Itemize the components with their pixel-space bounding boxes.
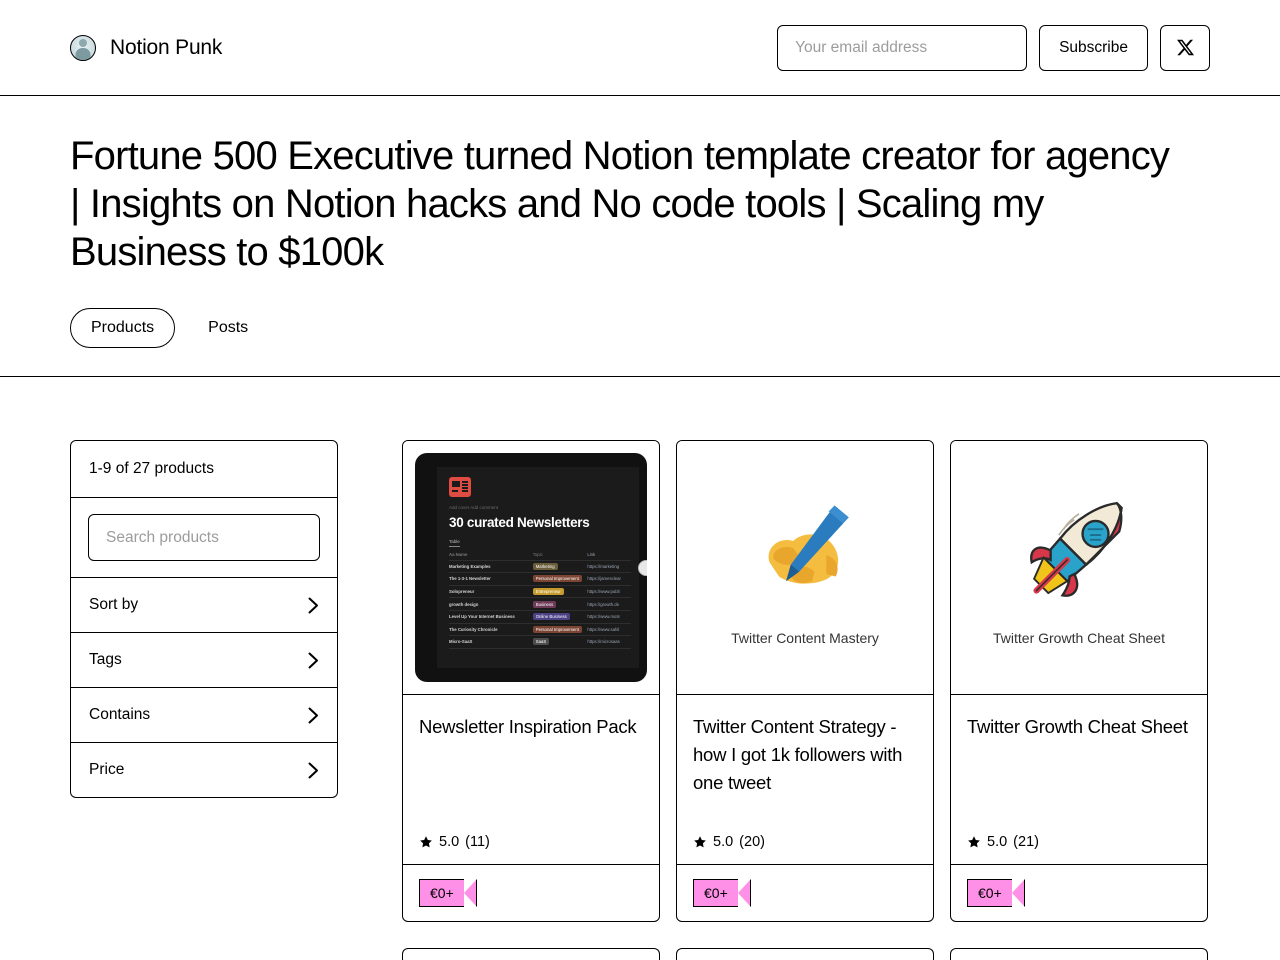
table-row: growth design Business https://growth.de xyxy=(449,597,631,611)
filter-label: Contains xyxy=(89,706,151,723)
notion-table-tab: Table xyxy=(449,539,460,547)
rating-value: 5.0 xyxy=(713,834,734,850)
hero-section: Fortune 500 Executive turned Notion temp… xyxy=(0,96,1280,348)
product-rating: 5.0 (11) xyxy=(419,834,643,850)
chevron-right-icon xyxy=(308,707,319,724)
price-badge: €0+ xyxy=(693,879,751,907)
table-row: Level Up Your Internet Business Online B… xyxy=(449,610,631,624)
newsletter-icon xyxy=(449,477,471,497)
user-avatar-icon xyxy=(70,34,96,61)
filter-price[interactable]: Price xyxy=(71,743,337,797)
product-title: Twitter Content Strategy - how I got 1k … xyxy=(693,716,903,793)
rating-count: (20) xyxy=(739,834,765,850)
filter-label: Price xyxy=(89,761,125,778)
table-row: The 1-3-1 Newsletter Personal Improvemen… xyxy=(449,572,631,586)
tablet-camera-icon xyxy=(638,559,647,576)
notion-meta: Add cover Add comment xyxy=(449,505,499,510)
tag-pill: Personal Improvement xyxy=(532,575,582,583)
table-row: Marketing Examples Marketing https://mar… xyxy=(449,560,631,574)
rating-value: 5.0 xyxy=(439,834,460,850)
brand[interactable]: Notion Punk xyxy=(70,34,223,61)
product-rating: 5.0 (21) xyxy=(967,834,1191,850)
thumbnail-caption: Twitter Growth Cheat Sheet xyxy=(993,630,1165,646)
product-card-body: Newsletter Inspiration Pack 5.0 (11) xyxy=(403,695,659,865)
tag-pill: SaaS xyxy=(532,638,550,646)
table-row: Micro-SaaS SaaS https://microsaas xyxy=(449,635,631,649)
product-card[interactable]: Twitter Content Mastery Twitter Content … xyxy=(676,440,934,922)
star-icon xyxy=(694,836,706,848)
column-header: Aa Name xyxy=(449,550,533,561)
filter-sort-by[interactable]: Sort by xyxy=(71,578,337,633)
table-row: Solopreneur Entrepreneur https://www.pub… xyxy=(449,585,631,599)
x-twitter-icon xyxy=(1176,39,1194,56)
product-card-footer: €0+ xyxy=(951,865,1207,921)
column-header: Topic xyxy=(532,550,588,561)
email-field[interactable] xyxy=(777,24,1028,71)
x-twitter-link-button[interactable] xyxy=(1160,24,1210,71)
product-grid-next-row xyxy=(402,948,1280,960)
product-card-body: Twitter Content Strategy - how I got 1k … xyxy=(677,695,933,865)
rating-value: 5.0 xyxy=(987,834,1008,850)
product-card[interactable]: Add cover Add comment 30 curated Newslet… xyxy=(402,440,660,922)
content-area: 1-9 of 27 products Sort by Tags Contains… xyxy=(0,377,1280,922)
chevron-right-icon xyxy=(308,652,319,669)
column-header: Link xyxy=(587,550,631,561)
table-header-row: Aa Name Topic Link xyxy=(449,550,631,561)
product-card[interactable] xyxy=(676,948,934,960)
tab-products[interactable]: Products xyxy=(70,308,176,348)
tag-pill: Entrepreneur xyxy=(532,588,564,596)
product-card[interactable] xyxy=(402,948,660,960)
rating-count: (11) xyxy=(465,834,490,850)
product-title: Newsletter Inspiration Pack xyxy=(419,716,637,737)
chevron-right-icon xyxy=(308,762,319,779)
writing-hand-icon xyxy=(768,505,849,584)
profile-tabs: Products Posts xyxy=(70,308,1210,348)
rating-count: (21) xyxy=(1013,834,1039,850)
rocket-icon xyxy=(1030,501,1123,597)
price-badge: €0+ xyxy=(419,879,477,907)
product-card-footer: €0+ xyxy=(403,865,659,921)
product-count-label: 1-9 of 27 products xyxy=(71,441,337,498)
tab-posts[interactable]: Posts xyxy=(187,308,269,348)
page-title: Fortune 500 Executive turned Notion temp… xyxy=(70,134,1170,274)
filter-contains[interactable]: Contains xyxy=(71,688,337,743)
notion-tablet-image: Add cover Add comment 30 curated Newslet… xyxy=(415,453,647,682)
product-title: Twitter Growth Cheat Sheet xyxy=(967,716,1188,737)
product-thumbnail: Add cover Add comment 30 curated Newslet… xyxy=(403,441,659,695)
notion-table: Aa Name Topic Link Marketing Examples Ma… xyxy=(449,550,631,649)
filter-label: Sort by xyxy=(89,596,139,613)
product-card[interactable]: Twitter Growth Cheat Sheet Twitter Growt… xyxy=(950,440,1208,922)
star-icon xyxy=(968,836,980,848)
chevron-right-icon xyxy=(308,597,319,614)
site-header: Notion Punk Subscribe xyxy=(0,0,1280,96)
product-thumbnail: Twitter Growth Cheat Sheet xyxy=(951,441,1207,695)
product-rating: 5.0 (20) xyxy=(693,834,917,850)
product-card[interactable] xyxy=(950,948,1208,960)
star-icon xyxy=(420,836,432,848)
filter-label: Tags xyxy=(89,651,122,668)
product-card-footer: €0+ xyxy=(677,865,933,921)
table-row: The Curiosity Chronicle Personal Improve… xyxy=(449,623,631,637)
filters-panel: 1-9 of 27 products Sort by Tags Contains… xyxy=(70,440,338,798)
header-actions: Subscribe xyxy=(777,24,1210,71)
price-badge: €0+ xyxy=(967,879,1025,907)
tag-pill: Business xyxy=(532,600,557,608)
product-card-body: Twitter Growth Cheat Sheet 5.0 (21) xyxy=(951,695,1207,865)
product-thumbnail: Twitter Content Mastery xyxy=(677,441,933,695)
search-input[interactable] xyxy=(88,514,320,561)
tag-pill: Online Business xyxy=(532,613,570,621)
tag-pill: Personal Improvement xyxy=(532,625,582,633)
filter-tags[interactable]: Tags xyxy=(71,633,337,688)
subscribe-button[interactable]: Subscribe xyxy=(1039,24,1148,71)
tag-pill: Marketing xyxy=(532,562,558,570)
search-container xyxy=(71,498,337,578)
notion-doc-title: 30 curated Newsletters xyxy=(449,515,590,530)
brand-name: Notion Punk xyxy=(110,35,223,59)
product-grid: Add cover Add comment 30 curated Newslet… xyxy=(402,440,1210,922)
thumbnail-caption: Twitter Content Mastery xyxy=(731,630,879,646)
